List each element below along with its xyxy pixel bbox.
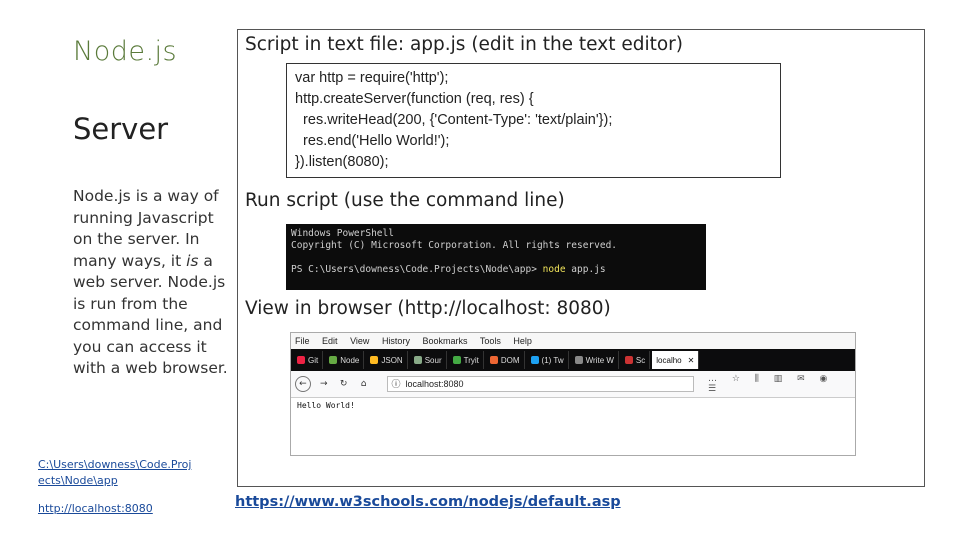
toolbar-icons[interactable]: … ☆ ⫼ ▥ ✉ ◉ ☰ bbox=[708, 374, 855, 394]
url-bar[interactable]: ⓘ localhost:8080 bbox=[386, 376, 694, 392]
back-arrow-icon[interactable]: ← bbox=[295, 376, 311, 392]
close-tab-icon[interactable]: ✕ bbox=[688, 356, 695, 365]
reload-icon[interactable]: ↻ bbox=[337, 377, 351, 391]
browser-tabbar: Git Node JSON Sour Tryit DOM (1) Tw Writ… bbox=[291, 349, 855, 371]
home-icon[interactable]: ⌂ bbox=[357, 377, 371, 391]
browser-tab[interactable]: JSON bbox=[366, 351, 408, 369]
menu-history[interactable]: History bbox=[382, 336, 410, 346]
browser-tab[interactable]: Write W bbox=[571, 351, 619, 369]
menu-view[interactable]: View bbox=[350, 336, 369, 346]
menu-bookmarks[interactable]: Bookmarks bbox=[422, 336, 467, 346]
page-content: Hello World! bbox=[297, 401, 355, 410]
shell-line: Copyright (C) Microsoft Corporation. All… bbox=[291, 240, 618, 251]
shell-prompt-line: PS C:\Users\downess\Code.Projects\Node\a… bbox=[291, 264, 606, 275]
menu-edit[interactable]: Edit bbox=[322, 336, 338, 346]
code-line: res.writeHead(200, {'Content-Type': 'tex… bbox=[295, 112, 613, 128]
localhost-link[interactable]: http://localhost:8080 bbox=[38, 502, 153, 515]
browser-tab[interactable]: Sour bbox=[410, 351, 447, 369]
browser-tab-active[interactable]: localho ✕ bbox=[652, 351, 700, 369]
code-line: res.end('Hello World!'); bbox=[295, 133, 450, 149]
script-heading: Script in text file: app.js (edit in the… bbox=[245, 34, 683, 55]
menu-tools[interactable]: Tools bbox=[480, 336, 501, 346]
powershell-window: Windows PowerShell Copyright (C) Microso… bbox=[286, 224, 706, 290]
slide-title: Server bbox=[73, 112, 169, 146]
menu-help[interactable]: Help bbox=[513, 336, 532, 346]
browser-tab[interactable]: Git bbox=[293, 351, 324, 369]
w3schools-link[interactable]: https://www.w3schools.com/nodejs/default… bbox=[235, 494, 621, 510]
browser-navbar: ← → ↻ ⌂ ⓘ localhost:8080 … ☆ ⫼ ▥ ✉ ◉ ☰ bbox=[291, 371, 855, 398]
forward-arrow-icon[interactable]: → bbox=[317, 377, 331, 391]
browser-tab[interactable]: DOM bbox=[486, 351, 525, 369]
browser-tab[interactable]: Sc bbox=[621, 351, 651, 369]
emphasis: is bbox=[186, 251, 199, 270]
shell-line: Windows PowerShell bbox=[291, 228, 394, 239]
browser-tab[interactable]: (1) Tw bbox=[527, 351, 569, 369]
shell-command: node bbox=[542, 264, 566, 275]
info-icon: ⓘ bbox=[391, 379, 401, 389]
browser-tab[interactable]: Tryit bbox=[449, 351, 484, 369]
browser-tab[interactable]: Node bbox=[325, 351, 365, 369]
code-line: http.createServer(function (req, res) { bbox=[295, 91, 534, 107]
menu-file[interactable]: File bbox=[295, 336, 310, 346]
slide-subtitle: Node.js bbox=[73, 36, 178, 67]
path-link[interactable]: C:\Users\downess\Code.Projects\Node\app bbox=[38, 457, 198, 489]
browser-menubar: File Edit View History Bookmarks Tools H… bbox=[291, 333, 855, 349]
view-heading: View in browser (http://localhost: 8080) bbox=[245, 298, 611, 319]
code-line: var http = require('http'); bbox=[295, 70, 449, 86]
browser-window: File Edit View History Bookmarks Tools H… bbox=[290, 332, 856, 456]
description-text: Node.js is a way of running Javascript o… bbox=[73, 187, 228, 377]
run-heading: Run script (use the command line) bbox=[245, 190, 565, 211]
code-line: }).listen(8080); bbox=[295, 154, 389, 170]
code-box: var http = require('http'); http.createS… bbox=[286, 63, 781, 178]
